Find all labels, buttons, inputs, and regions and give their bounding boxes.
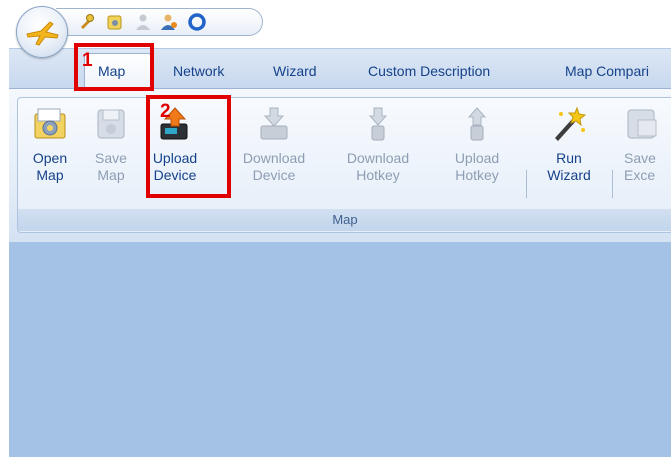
run-wizard-icon xyxy=(555,106,587,141)
open-map-label: Open Map xyxy=(32,150,68,183)
download-device-button[interactable]: Download Device xyxy=(232,106,316,184)
download-hotkey-icon xyxy=(368,107,388,141)
user-icon[interactable] xyxy=(134,13,152,31)
tab-network[interactable]: Network xyxy=(173,63,224,79)
app-menu-icon xyxy=(26,21,59,46)
save-map-icon xyxy=(97,109,125,139)
download-hotkey-button[interactable]: Download Hotkey xyxy=(336,106,420,184)
download-device-icon xyxy=(260,107,288,140)
ribbon-group-map: Open Map Save Map Upload Device Download… xyxy=(17,97,671,233)
download-device-label: Download Device xyxy=(242,150,306,183)
callout-box-upload-device xyxy=(146,95,231,198)
settings-icon[interactable] xyxy=(106,13,124,31)
run-wizard-button[interactable]: Run Wizard xyxy=(538,106,600,184)
tab-wizard[interactable]: Wizard xyxy=(273,63,317,79)
upload-hotkey-button[interactable]: Upload Hotkey xyxy=(444,106,510,184)
tools-icon[interactable] xyxy=(78,13,96,31)
save-map-button[interactable]: Save Map xyxy=(89,106,133,184)
save-map-label: Save Map xyxy=(95,150,127,183)
ribbon-separator xyxy=(612,170,613,198)
run-wizard-label: Run Wizard xyxy=(547,150,591,183)
help-ring-icon[interactable] xyxy=(188,13,206,31)
ribbon-panel: Open Map Save Map Upload Device Download… xyxy=(9,88,671,244)
app-menu-button[interactable] xyxy=(16,6,68,58)
tab-map-comparison[interactable]: Map Compari xyxy=(565,63,649,79)
user-admin-icon[interactable] xyxy=(160,13,178,31)
save-excel-icon xyxy=(627,109,657,139)
workspace-area[interactable] xyxy=(9,242,671,457)
download-hotkey-label: Download Hotkey xyxy=(346,150,410,183)
quick-access-toolbar xyxy=(56,8,263,36)
upload-hotkey-icon xyxy=(467,107,487,141)
ribbon-group-label: Map xyxy=(18,209,671,231)
save-excel-button[interactable]: Save Exce xyxy=(624,106,671,184)
callout-number-1: 1 xyxy=(82,50,93,71)
open-map-button[interactable]: Open Map xyxy=(28,106,72,184)
save-excel-label: Save Exce xyxy=(624,150,656,183)
ribbon-separator xyxy=(526,170,527,198)
callout-number-2: 2 xyxy=(160,101,171,122)
upload-hotkey-label: Upload Hotkey xyxy=(454,150,500,183)
open-map-icon xyxy=(34,108,66,139)
tab-custom-description[interactable]: Custom Description xyxy=(368,63,490,79)
